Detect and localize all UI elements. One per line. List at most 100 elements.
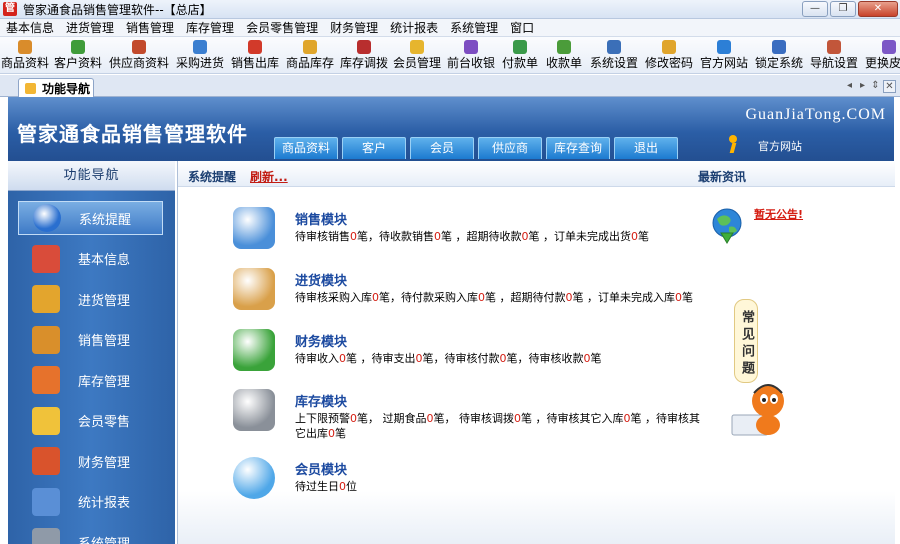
- summary-count: 0: [339, 352, 346, 365]
- toolbar-button[interactable]: 导航设置: [806, 37, 862, 74]
- summary-unit: 笔 ，: [521, 412, 547, 425]
- notice-link[interactable]: 暂无公告!: [754, 206, 803, 222]
- summary-unit: 笔 ，: [528, 230, 555, 243]
- summary-label[interactable]: 订单未完成入库: [598, 291, 675, 304]
- module-title[interactable]: 销售模块: [295, 209, 347, 228]
- boxes-icon: [303, 40, 317, 54]
- summary-label[interactable]: 待审核采购入库: [295, 291, 372, 304]
- nav-item[interactable]: 销售管理: [18, 323, 163, 357]
- module-title[interactable]: 会员模块: [295, 459, 347, 478]
- close-button[interactable]: ✕: [858, 1, 898, 17]
- minimize-button[interactable]: —: [802, 1, 828, 17]
- summary-label[interactable]: 待审核付款: [445, 352, 500, 365]
- banner-tab[interactable]: 库存查询: [546, 137, 610, 159]
- finance-icon: [32, 447, 60, 475]
- summary-count: 0: [565, 291, 573, 304]
- toolbar-button[interactable]: 销售出库: [228, 37, 282, 74]
- header-banner: 管家通食品销售管理软件 GuanJiaTong.COM 官方网站 商品资料 客户会…: [8, 97, 894, 161]
- nav-item[interactable]: 财务管理: [18, 444, 163, 478]
- toolbar-button[interactable]: 更换皮肤: [862, 37, 900, 74]
- summary-label[interactable]: 待审收入: [295, 352, 339, 365]
- menu-item[interactable]: 销售管理: [120, 19, 180, 36]
- menu-item[interactable]: 基本信息: [0, 19, 60, 36]
- summary-unit: 笔 ，: [630, 412, 657, 425]
- nav-item[interactable]: 系统提醒: [18, 201, 163, 235]
- menu-item[interactable]: 库存管理: [180, 19, 240, 36]
- nav-item-label: 销售管理: [78, 334, 131, 349]
- menu-item[interactable]: 系统管理: [444, 19, 504, 36]
- toolbar-button[interactable]: 供应商资料: [106, 37, 172, 74]
- summary-label[interactable]: 待审核其它入库: [547, 412, 624, 425]
- toolbar-button[interactable]: 商品资料: [0, 37, 50, 74]
- toolbar-button-label: 库存调拨: [339, 56, 388, 70]
- summary-label[interactable]: 待审支出: [372, 352, 416, 365]
- summary-label[interactable]: 上下限预警: [295, 412, 350, 425]
- toolbar-button[interactable]: 前台收银: [444, 37, 498, 74]
- site-domain: GuanJiaTong.COM: [745, 106, 886, 123]
- runner-icon: [25, 83, 36, 94]
- refresh-link[interactable]: 刷新...: [250, 168, 288, 185]
- summary-label[interactable]: 超期待收款: [467, 230, 522, 243]
- toolbar-button[interactable]: 系统设置: [586, 37, 642, 74]
- summary-count: 0: [328, 427, 335, 440]
- summary-unit: 笔，: [506, 352, 529, 365]
- summary-label[interactable]: 待过生日: [295, 480, 339, 493]
- toolbar-button[interactable]: 商品库存: [282, 37, 338, 74]
- official-site-link[interactable]: 官方网站: [724, 135, 802, 157]
- app-logo-icon: 管: [3, 2, 17, 16]
- summary-label[interactable]: 待审核销售: [295, 230, 350, 243]
- summary-label[interactable]: 待收款销售: [379, 230, 434, 243]
- summary-label[interactable]: 过期食品: [383, 412, 427, 425]
- menu-item[interactable]: 统计报表: [384, 19, 444, 36]
- summary-label[interactable]: 待审核调拨: [459, 412, 514, 425]
- tab-scroll-left-icon[interactable]: ◂: [844, 80, 855, 93]
- menu-item[interactable]: 窗口: [504, 19, 540, 36]
- document-tab-strip: 功能导航 ◂ ▸ ⇕ ✕: [0, 75, 900, 98]
- warehouse-icon: [32, 366, 60, 394]
- nav-item[interactable]: 基本信息: [18, 242, 163, 276]
- module-title[interactable]: 库存模块: [295, 391, 347, 410]
- menu-item[interactable]: 会员零售管理: [240, 19, 324, 36]
- nav-item[interactable]: 统计报表: [18, 485, 163, 519]
- toolbar-button[interactable]: 会员管理: [390, 37, 444, 74]
- toolbar-button[interactable]: 官方网站: [696, 37, 752, 74]
- banner-tab[interactable]: 客户: [342, 137, 406, 159]
- module-title[interactable]: 财务模块: [295, 331, 347, 350]
- nav-item[interactable]: 系统管理: [18, 525, 163, 544]
- summary-label[interactable]: 待审核收款: [529, 352, 584, 365]
- banner-tab[interactable]: 供应商: [478, 137, 542, 159]
- toolbar-button[interactable]: 修改密码: [642, 37, 696, 74]
- nav-item[interactable]: 进货管理: [18, 282, 163, 316]
- toolbar-button[interactable]: 客户资料: [50, 37, 106, 74]
- boxes-in-icon: [32, 285, 60, 313]
- summary-label[interactable]: 待付款采购入库: [401, 291, 478, 304]
- maximize-button[interactable]: ❐: [830, 1, 856, 17]
- toolbar-button[interactable]: 采购进货: [172, 37, 228, 74]
- module-summary: 待审核销售0笔，待收款销售0笔 ，超期待收款0笔 ，订单未完成出货0笔: [295, 229, 705, 244]
- toolbar-button-label: 付款单: [501, 56, 538, 70]
- banner-tab[interactable]: 商品资料: [274, 137, 338, 159]
- tab-menu-icon[interactable]: ⇕: [870, 80, 881, 93]
- nav-item[interactable]: 库存管理: [18, 363, 163, 397]
- banner-tab[interactable]: 退出: [614, 137, 678, 159]
- toolbar-button[interactable]: 付款单: [498, 37, 542, 74]
- toolbar-button[interactable]: 收款单: [542, 37, 586, 74]
- menu-item[interactable]: 财务管理: [324, 19, 384, 36]
- nav-settings-icon: [827, 40, 841, 54]
- tab-scroll-right-icon[interactable]: ▸: [857, 80, 868, 93]
- summary-unit: 笔，: [357, 412, 383, 425]
- nav-item[interactable]: 会员零售: [18, 404, 163, 438]
- banner-tab[interactable]: 会员: [410, 137, 474, 159]
- summary-label[interactable]: 超期待付款: [511, 291, 566, 304]
- toolbar-button-label: 锁定系统: [754, 56, 803, 70]
- toolbar-button[interactable]: 库存调拨: [338, 37, 390, 74]
- module-title[interactable]: 进货模块: [295, 270, 347, 289]
- tab-close-icon[interactable]: ✕: [883, 80, 896, 93]
- tab-controls: ◂ ▸ ⇕ ✕: [844, 80, 896, 93]
- tab-function-nav[interactable]: 功能导航: [18, 78, 94, 98]
- summary-label[interactable]: 订单未完成出货: [554, 230, 631, 243]
- toolbar-button[interactable]: 锁定系统: [752, 37, 806, 74]
- menu-item[interactable]: 进货管理: [60, 19, 120, 36]
- news-title: 最新资讯: [698, 170, 747, 184]
- toolbar-button-label: 修改密码: [644, 56, 693, 70]
